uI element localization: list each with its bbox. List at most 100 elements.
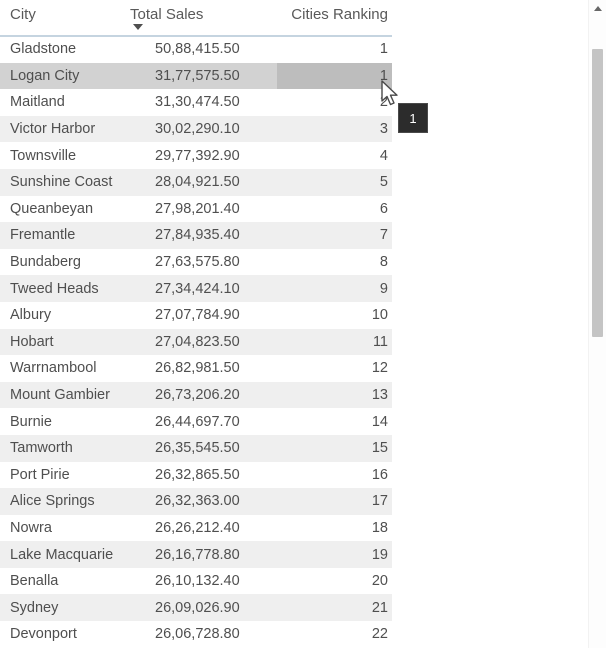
table-row[interactable]: Warrnambool 26,82,981.50 12	[0, 355, 392, 382]
cell-total-sales[interactable]: 26,16,778.80	[130, 547, 277, 563]
cell-cities-ranking[interactable]: 10	[277, 307, 392, 323]
cell-total-sales[interactable]: 27,07,784.90	[130, 307, 277, 323]
table-row[interactable]: Port Pirie 26,32,865.50 16	[0, 462, 392, 489]
cell-cities-ranking[interactable]: 20	[277, 573, 392, 589]
cell-cities-ranking[interactable]: 15	[277, 440, 392, 456]
scrollbar-track[interactable]	[589, 17, 606, 648]
table-row[interactable]: Hobart 27,04,823.50 11	[0, 328, 392, 356]
column-header-city[interactable]: City	[0, 6, 130, 23]
cell-total-sales[interactable]: 26,09,026.90	[130, 600, 277, 616]
cell-cities-ranking[interactable]: 19	[277, 547, 392, 563]
cell-total-sales[interactable]: 26,06,728.80	[130, 626, 277, 642]
cell-cities-ranking[interactable]: 14	[277, 414, 392, 430]
cell-total-sales[interactable]: 26,82,981.50	[130, 360, 277, 376]
table-row[interactable]: Gladstone 50,88,415.50 1	[0, 36, 392, 63]
cell-cities-ranking[interactable]: 17	[277, 493, 392, 509]
cell-city[interactable]: Devonport	[0, 626, 130, 642]
cell-cities-ranking[interactable]: 1	[277, 62, 392, 90]
data-table[interactable]: City Total Sales Cities Ranking Gladston…	[0, 0, 576, 648]
table-row[interactable]: Nowra 26,26,212.40 18	[0, 515, 392, 542]
cell-cities-ranking[interactable]: 8	[277, 254, 392, 270]
cell-total-sales[interactable]: 27,34,424.10	[130, 281, 277, 297]
cell-city[interactable]: Townsville	[0, 148, 130, 164]
cell-total-sales[interactable]: 26,32,865.50	[130, 467, 277, 483]
table-row[interactable]: Queanbeyan 27,98,201.40 6	[0, 196, 392, 223]
cell-total-sales[interactable]: 26,44,697.70	[130, 414, 277, 430]
cell-cities-ranking[interactable]: 5	[277, 174, 392, 190]
cell-city[interactable]: Benalla	[0, 573, 130, 589]
cell-city[interactable]: Logan City	[0, 68, 130, 84]
table-row[interactable]: Mount Gambier 26,73,206.20 13	[0, 381, 392, 409]
cell-city[interactable]: Maitland	[0, 94, 130, 110]
table-row[interactable]: Victor Harbor 30,02,290.10 3	[0, 115, 392, 143]
cell-total-sales[interactable]: 27,04,823.50	[130, 334, 277, 350]
cell-city[interactable]: Albury	[0, 307, 130, 323]
table-row[interactable]: Fremantle 27,84,935.40 7	[0, 222, 392, 249]
cell-cities-ranking[interactable]: 1	[277, 41, 392, 57]
table-row[interactable]: Townsville 29,77,392.90 4	[0, 142, 392, 169]
cell-city[interactable]: Port Pirie	[0, 467, 130, 483]
cell-city[interactable]: Alice Springs	[0, 493, 130, 509]
cell-city[interactable]: Lake Macquarie	[0, 547, 130, 563]
table-row[interactable]: Tweed Heads 27,34,424.10 9	[0, 275, 392, 302]
cell-city[interactable]: Nowra	[0, 520, 130, 536]
cell-city[interactable]: Sydney	[0, 600, 130, 616]
cell-total-sales[interactable]: 27,84,935.40	[130, 227, 277, 243]
table-row[interactable]: Sydney 26,09,026.90 21	[0, 594, 392, 622]
cell-cities-ranking[interactable]: 3	[277, 121, 392, 137]
cell-cities-ranking[interactable]: 13	[277, 387, 392, 403]
column-header-cities-ranking[interactable]: Cities Ranking	[277, 6, 392, 23]
cell-cities-ranking[interactable]: 9	[277, 281, 392, 297]
cell-city[interactable]: Sunshine Coast	[0, 174, 130, 190]
cell-total-sales[interactable]: 30,02,290.10	[130, 121, 277, 137]
scrollbar-thumb[interactable]	[592, 49, 603, 337]
cell-city[interactable]: Burnie	[0, 414, 130, 430]
cell-city[interactable]: Tweed Heads	[0, 281, 130, 297]
table-row[interactable]: Logan City 31,77,575.50 1	[0, 62, 392, 90]
cell-total-sales[interactable]: 27,63,575.80	[130, 254, 277, 270]
cell-total-sales[interactable]: 31,77,575.50	[130, 68, 277, 84]
table-row[interactable]: Maitland 31,30,474.50 2	[0, 89, 392, 116]
cell-cities-ranking[interactable]: 4	[277, 148, 392, 164]
cell-cities-ranking[interactable]: 21	[277, 600, 392, 616]
cell-total-sales[interactable]: 29,77,392.90	[130, 148, 277, 164]
cell-city[interactable]: Bundaberg	[0, 254, 130, 270]
cell-city[interactable]: Queanbeyan	[0, 201, 130, 217]
cell-cities-ranking[interactable]: 12	[277, 360, 392, 376]
column-header-total-sales[interactable]: Total Sales	[130, 6, 277, 30]
table-row[interactable]: Devonport 26,06,728.80 22	[0, 621, 392, 648]
table-row[interactable]: Benalla 26,10,132.40 20	[0, 568, 392, 595]
cell-total-sales[interactable]: 26,32,363.00	[130, 493, 277, 509]
cell-total-sales[interactable]: 26,73,206.20	[130, 387, 277, 403]
cell-total-sales[interactable]: 28,04,921.50	[130, 174, 277, 190]
cell-total-sales[interactable]: 50,88,415.50	[130, 41, 277, 57]
cell-cities-ranking[interactable]: 11	[277, 334, 392, 350]
cell-city[interactable]: Gladstone	[0, 41, 130, 57]
vertical-scrollbar[interactable]	[588, 0, 606, 648]
cell-total-sales[interactable]: 26,35,545.50	[130, 440, 277, 456]
cell-city[interactable]: Victor Harbor	[0, 121, 130, 137]
cell-city[interactable]: Hobart	[0, 334, 130, 350]
cell-city[interactable]: Mount Gambier	[0, 387, 130, 403]
cell-cities-ranking[interactable]: 16	[277, 467, 392, 483]
table-row[interactable]: Albury 27,07,784.90 10	[0, 302, 392, 329]
cell-city[interactable]: Tamworth	[0, 440, 130, 456]
table-row[interactable]: Sunshine Coast 28,04,921.50 5	[0, 168, 392, 196]
cell-cities-ranking[interactable]: 18	[277, 520, 392, 536]
table-row[interactable]: Tamworth 26,35,545.50 15	[0, 434, 392, 462]
cell-cities-ranking[interactable]: 6	[277, 201, 392, 217]
table-row[interactable]: Alice Springs 26,32,363.00 17	[0, 488, 392, 515]
table-row[interactable]: Burnie 26,44,697.70 14	[0, 408, 392, 435]
cell-cities-ranking[interactable]: 22	[277, 626, 392, 642]
cell-total-sales[interactable]: 31,30,474.50	[130, 94, 277, 110]
table-row[interactable]: Bundaberg 27,63,575.80 8	[0, 249, 392, 276]
cell-total-sales[interactable]: 27,98,201.40	[130, 201, 277, 217]
cell-total-sales[interactable]: 26,26,212.40	[130, 520, 277, 536]
cell-cities-ranking[interactable]: 7	[277, 227, 392, 243]
cell-cities-ranking[interactable]: 2	[277, 94, 392, 110]
table-row[interactable]: Lake Macquarie 26,16,778.80 19	[0, 541, 392, 568]
cell-total-sales[interactable]: 26,10,132.40	[130, 573, 277, 589]
scroll-up-button[interactable]	[589, 0, 606, 17]
cell-city[interactable]: Fremantle	[0, 227, 130, 243]
cell-city[interactable]: Warrnambool	[0, 360, 130, 376]
